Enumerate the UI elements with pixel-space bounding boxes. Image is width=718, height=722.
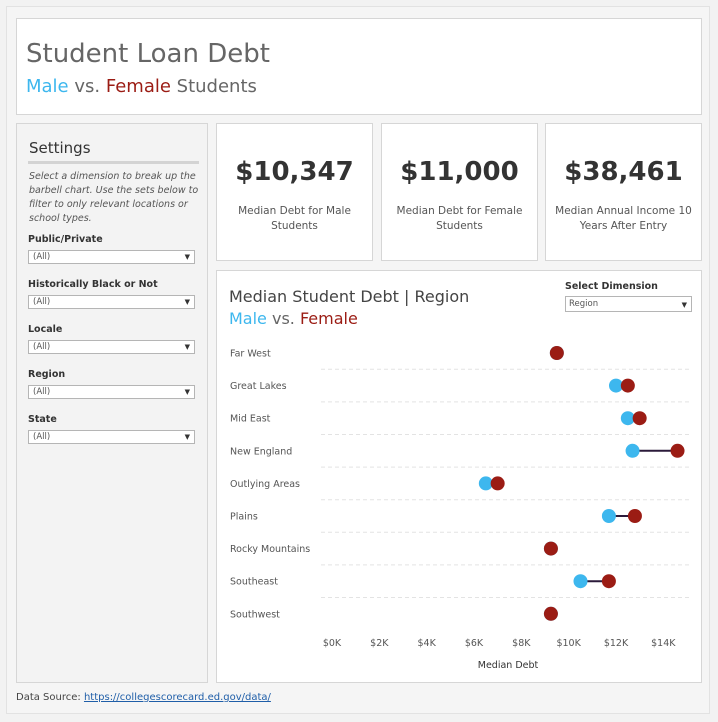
category-label: Southwest — [230, 609, 280, 620]
filter-label-locale: Locale — [28, 324, 63, 335]
filter-value: (All) — [33, 342, 51, 352]
x-tick-label: $0K — [323, 638, 342, 649]
kpi-card-income: $38,461 Median Annual Income 10 Years Af… — [545, 123, 702, 261]
male-dot — [601, 509, 616, 523]
filter-select-historically-black[interactable]: (All) ▼ — [28, 295, 195, 309]
kpi-label: Median Debt for Female Students — [396, 205, 523, 232]
subtitle-vs: vs. — [68, 76, 106, 97]
barbell-chart: Far West Great Lakes Mid East New England Ou… — [230, 346, 692, 671]
chevron-down-icon: ▼ — [184, 433, 190, 441]
kpi-card-male-debt: $10,347 Median Debt for Male Students — [216, 123, 373, 261]
filter-label-region: Region — [28, 369, 66, 380]
filter-value: (All) — [33, 432, 51, 442]
category-label: Outlying Areas — [230, 479, 300, 490]
female-dot — [549, 346, 564, 360]
chevron-down-icon: ▼ — [184, 388, 190, 396]
data-source-prefix: Data Source: — [16, 692, 84, 703]
subtitle-rest: Students — [170, 76, 257, 97]
x-tick-label: $8K — [512, 638, 531, 649]
settings-divider — [28, 161, 199, 164]
data-source-link[interactable]: https://collegescorecard.ed.gov/data/ — [84, 692, 271, 703]
filter-select-public-private[interactable]: (All) ▼ — [28, 250, 195, 264]
settings-panel: Settings Select a dimension to break up … — [16, 123, 208, 683]
kpi-card-female-debt: $11,000 Median Debt for Female Students — [381, 123, 538, 261]
chart-subtitle-male: Male — [229, 309, 267, 328]
female-dot — [601, 574, 616, 589]
category-label: Far West — [230, 349, 271, 360]
kpi-label: Median Annual Income 10 Years After Entr… — [555, 205, 692, 232]
category-label: Rocky Mountains — [230, 544, 310, 555]
dashboard-header: Student Loan Debt Male vs. Female Studen… — [16, 18, 702, 115]
chart-title: Median Student Debt | Region — [229, 287, 470, 306]
settings-title: Settings — [29, 139, 91, 157]
female-dot — [543, 541, 558, 556]
female-dot — [670, 443, 685, 458]
category-label: Southeast — [230, 577, 278, 588]
filter-label-public-private: Public/Private — [28, 234, 103, 245]
filter-value: (All) — [33, 252, 51, 262]
filter-select-region[interactable]: (All) ▼ — [28, 385, 195, 399]
page-title: Student Loan Debt — [26, 39, 270, 69]
subtitle-male: Male — [26, 76, 69, 97]
x-tick-label: $14K — [651, 638, 676, 649]
chart-subtitle-vs: vs. — [266, 309, 300, 328]
category-label: Mid East — [230, 414, 271, 425]
chevron-down-icon: ▼ — [184, 343, 190, 351]
x-tick-label: $10K — [556, 638, 581, 649]
filter-select-state[interactable]: (All) ▼ — [28, 430, 195, 444]
filter-value: (All) — [33, 297, 51, 307]
female-dot — [632, 411, 647, 426]
x-tick-label: $12K — [604, 638, 629, 649]
x-axis-title: Median Debt — [478, 660, 539, 671]
male-dot — [573, 574, 588, 589]
filter-value: (All) — [33, 387, 51, 397]
kpi-value: $11,000 — [400, 157, 519, 187]
category-label: Plains — [230, 512, 258, 523]
subtitle-female: Female — [105, 76, 171, 97]
category-label: New England — [230, 446, 292, 457]
filter-label-historically-black: Historically Black or Not — [28, 279, 158, 290]
kpi-value: $10,347 — [235, 157, 354, 187]
chart-subtitle-female: Female — [299, 309, 358, 328]
x-tick-label: $4K — [418, 638, 437, 649]
kpi-value: $38,461 — [564, 157, 683, 187]
chart-subtitle: Male vs. Female — [229, 309, 358, 328]
female-dot — [620, 378, 635, 393]
female-dot — [490, 476, 505, 491]
barbell-chart-card: Far West Great Lakes Mid East New England Ou… — [216, 270, 702, 683]
male-dot — [625, 443, 640, 458]
chevron-down-icon: ▼ — [681, 301, 687, 309]
data-source-footer: Data Source: https://collegescorecard.ed… — [16, 692, 271, 703]
chevron-down-icon: ▼ — [184, 253, 190, 261]
settings-description: Select a dimension to break up the barbe… — [29, 171, 199, 224]
kpi-label: Median Debt for Male Students — [238, 205, 351, 232]
x-tick-label: $2K — [370, 638, 389, 649]
x-tick-label: $6K — [465, 638, 484, 649]
select-dimension-label: Select Dimension — [565, 281, 658, 292]
female-dot — [627, 509, 642, 523]
page-subtitle: Male vs. Female Students — [26, 76, 257, 97]
dimension-value: Region — [569, 299, 599, 309]
chevron-down-icon: ▼ — [184, 298, 190, 306]
filter-label-state: State — [28, 414, 57, 425]
category-label: Great Lakes — [230, 381, 287, 392]
female-dot — [543, 606, 558, 621]
select-dimension-dropdown[interactable]: Region ▼ — [565, 296, 692, 312]
filter-select-locale[interactable]: (All) ▼ — [28, 340, 195, 354]
